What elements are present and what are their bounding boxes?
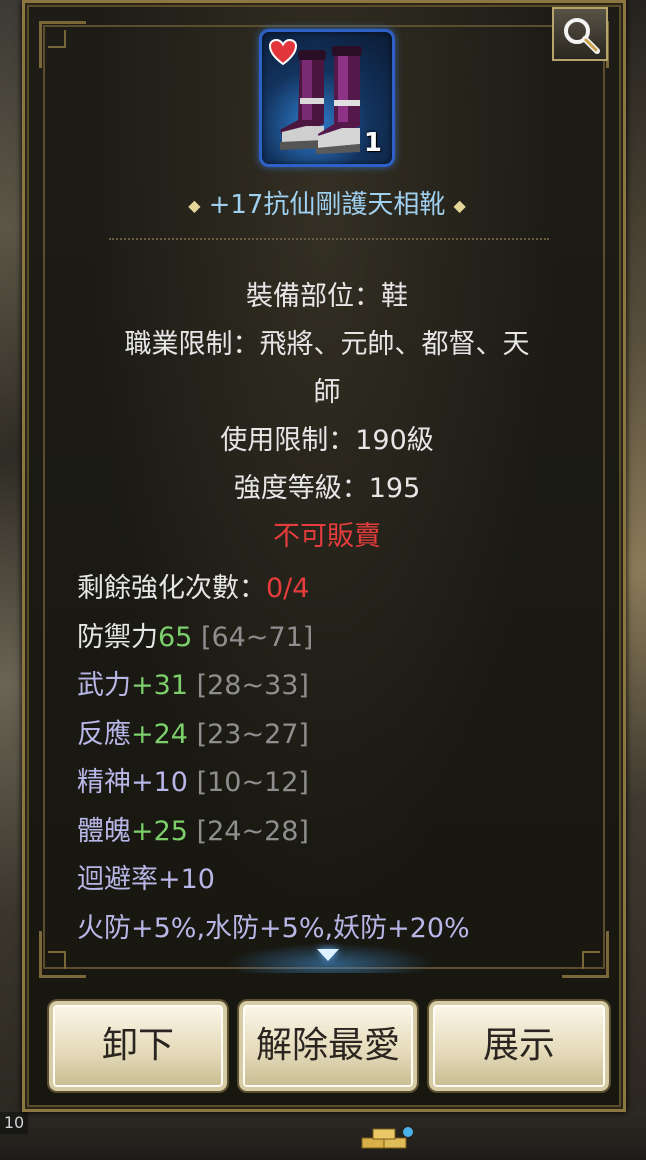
magnifier-icon xyxy=(564,18,600,54)
gold-bars-icon xyxy=(361,1127,413,1149)
item-icon-slot[interactable]: 1 xyxy=(259,29,395,167)
show-button[interactable]: 展示 xyxy=(429,1001,609,1091)
item-tooltip-panel: 1 ◆ +17抗仙剛護天相靴 ◆ 裝備部位：鞋 職業限制：飛將、元帥、都督、天 師 … xyxy=(22,0,626,1112)
diamond-icon: ◆ xyxy=(453,195,466,215)
divider xyxy=(109,238,549,240)
stat-reaction: 反應+24 [23~27] xyxy=(77,718,309,750)
item-stats: 剩餘強化次數：0/4 防禦力65 [64~71] 武力+31 [28~33] 反… xyxy=(77,565,597,953)
stat-spirit: 精神+10 [10~12] xyxy=(77,767,309,798)
item-name-row: ◆ +17抗仙剛護天相靴 ◆ xyxy=(25,185,629,225)
search-button[interactable] xyxy=(552,7,608,61)
unequip-button[interactable]: 卸下 xyxy=(49,1001,227,1091)
not-sellable-label: 不可販賣 xyxy=(273,521,381,552)
strength-level: 強度等級：195 xyxy=(233,473,421,504)
stat-power: 武力+31 [28~33] xyxy=(77,670,309,701)
job-restriction-line2: 師 xyxy=(313,377,341,408)
item-info: 裝備部位：鞋 職業限制：飛將、元帥、都督、天 師 使用限制：190級 強度等級：… xyxy=(75,273,579,561)
frame-corner-ornament xyxy=(39,21,86,68)
stat-defense: 防禦力65 [64~71] xyxy=(77,621,314,653)
background-bottom-bar xyxy=(0,1112,646,1160)
item-count: 1 xyxy=(363,128,382,158)
unfavorite-button[interactable]: 解除最愛 xyxy=(239,1001,417,1091)
diamond-icon: ◆ xyxy=(188,195,201,215)
stat-evade: 迴避率+10 xyxy=(77,864,215,895)
item-name: +17抗仙剛護天相靴 xyxy=(208,190,446,220)
stat-enhance-remaining: 剩餘強化次數：0/4 xyxy=(77,573,310,604)
heart-icon xyxy=(268,38,298,66)
level-indicator: 10 xyxy=(0,1112,28,1134)
scroll-down-icon[interactable] xyxy=(317,949,339,961)
equip-slot: 裝備部位：鞋 xyxy=(246,281,408,312)
stat-body: 體魄+25 [24~28] xyxy=(77,815,309,847)
background-scene-right xyxy=(624,0,646,1140)
level-requirement: 使用限制：190級 xyxy=(220,425,434,456)
job-restriction-line1: 職業限制：飛將、元帥、都督、天 xyxy=(124,329,530,360)
